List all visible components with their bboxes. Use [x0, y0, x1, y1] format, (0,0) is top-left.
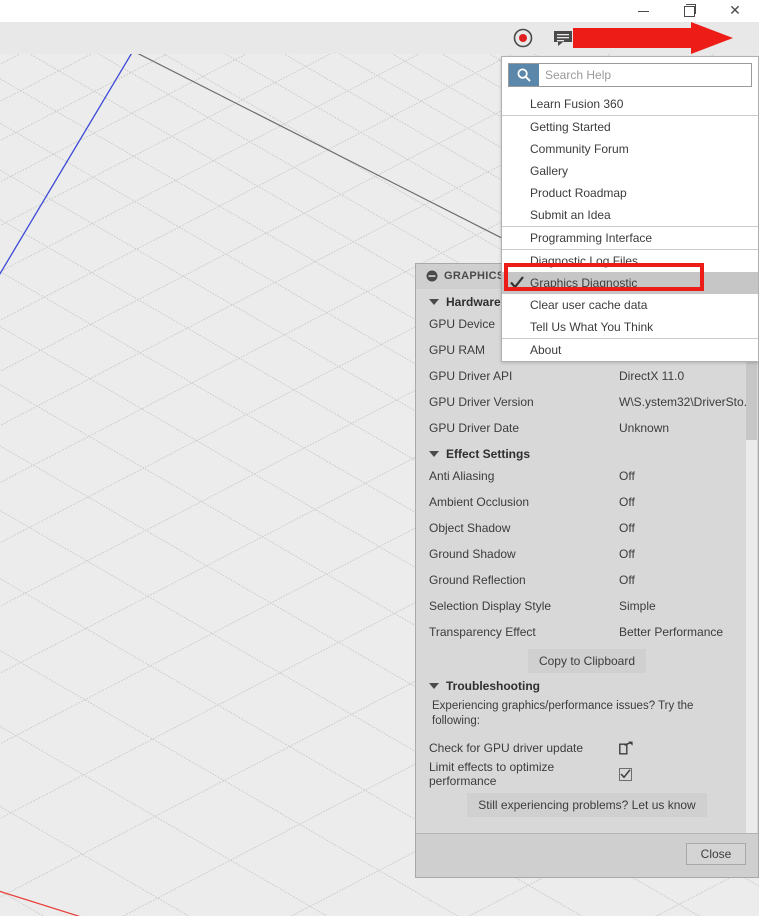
- row-value: Off: [619, 469, 635, 483]
- triangle-down-icon: [429, 299, 439, 305]
- record-icon[interactable]: [513, 28, 533, 48]
- row-label: Ambient Occlusion: [429, 495, 530, 509]
- row-label: Selection Display Style: [429, 599, 552, 613]
- triangle-down-icon: [429, 683, 439, 689]
- row-label: Ground Shadow: [429, 547, 516, 561]
- table-row: Object Shadow Off: [416, 515, 758, 541]
- row-label: GPU Driver API: [429, 369, 513, 383]
- pin-icon[interactable]: [426, 270, 438, 282]
- help-dropdown-menu: Learn Fusion 360 Getting Started Community…: [501, 56, 759, 362]
- comment-icon[interactable]: [553, 30, 575, 47]
- help-menu-item[interactable]: Gallery: [502, 160, 758, 182]
- table-row: GPU Driver Date Unknown: [416, 415, 758, 441]
- limit-effects-checkbox[interactable]: [619, 767, 632, 781]
- help-menu-item-label: Programming Interface: [530, 231, 653, 245]
- section-title-effects: Effect Settings: [446, 447, 531, 461]
- maximize-restore-button[interactable]: [666, 0, 712, 22]
- help-menu-item[interactable]: Tell Us What You Think: [502, 316, 758, 338]
- table-row: Ground Shadow Off: [416, 541, 758, 567]
- check-icon: [510, 276, 524, 292]
- help-menu-item-label: Diagnostic Log Files: [530, 254, 639, 268]
- minimize-button[interactable]: [620, 0, 666, 22]
- help-menu-item-label: Submit an Idea: [530, 208, 611, 222]
- search-input[interactable]: [539, 64, 751, 86]
- help-menu-item-label: About: [530, 343, 562, 357]
- table-row: GPU Driver API DirectX 11.0: [416, 363, 758, 389]
- troubleshooting-note: Experiencing graphics/performance issues…: [432, 700, 694, 727]
- triangle-down-icon: [429, 451, 439, 457]
- search-icon: [509, 64, 539, 86]
- row-value: Unknown: [619, 421, 670, 435]
- copy-to-clipboard-button[interactable]: Copy to Clipboard: [527, 649, 647, 673]
- window-titlebar: ✕: [0, 0, 759, 22]
- limit-effects-row[interactable]: Limit effects to optimize performance: [416, 760, 758, 788]
- row-label: Anti Aliasing: [429, 469, 495, 483]
- help-menu-items: Learn Fusion 360 Getting Started Community…: [502, 93, 758, 361]
- row-label: Transparency Effect: [429, 625, 536, 639]
- help-menu-item[interactable]: Diagnostic Log Files: [502, 249, 758, 272]
- panel-body: Hardware I GPU Device GPU RAM GPU Driver…: [416, 289, 758, 834]
- row-value: DirectX 11.0: [619, 369, 685, 383]
- help-menu-item-label: Community Forum: [530, 142, 629, 156]
- table-row: Selection Display Style Simple: [416, 593, 758, 619]
- row-label: Object Shadow: [429, 521, 511, 535]
- help-menu-item[interactable]: Getting Started: [502, 115, 758, 138]
- close-window-button[interactable]: ✕: [712, 0, 758, 22]
- table-row: Ambient Occlusion Off: [416, 489, 758, 515]
- close-icon: ✕: [729, 3, 741, 19]
- help-menu-item-label: Clear user cache data: [530, 298, 648, 312]
- minimize-icon: [637, 10, 649, 12]
- row-value: W\S.ystem32\DriverSto...: [619, 395, 754, 409]
- help-menu-item[interactable]: Learn Fusion 360: [502, 93, 758, 115]
- help-menu-item[interactable]: Graphics Diagnostic: [502, 272, 758, 294]
- row-value: Off: [619, 547, 635, 561]
- table-row: GPU Driver Version W\S.ystem32\DriverSto…: [416, 389, 758, 415]
- driver-update-row[interactable]: Check for GPU driver update: [416, 735, 758, 761]
- table-row: Anti Aliasing Off: [416, 463, 758, 489]
- search-help-box[interactable]: [508, 63, 752, 87]
- close-button[interactable]: Close: [686, 843, 746, 865]
- section-title-troubleshooting: Troubleshooting: [446, 679, 540, 693]
- section-header-effects[interactable]: Effect Settings: [416, 441, 758, 463]
- section-header-troubleshooting[interactable]: Troubleshooting: [416, 673, 758, 695]
- help-menu-item[interactable]: Community Forum: [502, 138, 758, 160]
- help-menu-item-label: Graphics Diagnostic: [530, 276, 638, 290]
- help-menu-item-label: Gallery: [530, 164, 569, 178]
- row-label: GPU Driver Date: [429, 421, 520, 435]
- let-us-know-button[interactable]: Still experiencing problems? Let us know: [467, 793, 707, 817]
- restore-icon: [683, 3, 696, 17]
- row-value: Off: [619, 495, 635, 509]
- row-value: Off: [619, 573, 635, 587]
- row-label: GPU Driver Version: [429, 395, 534, 409]
- help-menu-item[interactable]: About: [502, 338, 758, 361]
- table-row: Transparency Effect Better Performance: [416, 619, 758, 645]
- help-menu-item[interactable]: Submit an Idea: [502, 204, 758, 226]
- table-row: Ground Reflection Off: [416, 567, 758, 593]
- section-title-hardware: Hardware I: [446, 295, 508, 309]
- help-menu-item-label: Product Roadmap: [530, 186, 627, 200]
- panel-footer: Close: [416, 833, 758, 877]
- driver-update-label: Check for GPU driver update: [429, 741, 584, 755]
- external-link-icon[interactable]: [619, 741, 634, 755]
- help-menu-item-label: Getting Started: [530, 120, 611, 134]
- help-menu-item[interactable]: Programming Interface: [502, 226, 758, 249]
- limit-effects-label: Limit effects to optimize performance: [429, 760, 555, 788]
- help-menu-item[interactable]: Clear user cache data: [502, 294, 758, 316]
- row-label: Ground Reflection: [429, 573, 526, 587]
- app-toolbar: Дм: [0, 22, 759, 55]
- panel-scrollbar[interactable]: [746, 290, 757, 833]
- row-value: Simple: [619, 599, 656, 613]
- row-value: Off: [619, 521, 635, 535]
- user-name-label[interactable]: Дм: [597, 30, 613, 44]
- row-value: Better Performance: [619, 625, 724, 639]
- help-menu-item[interactable]: Product Roadmap: [502, 182, 758, 204]
- help-menu-item-label: Learn Fusion 360: [530, 97, 624, 111]
- help-menu-item-label: Tell Us What You Think: [530, 320, 654, 334]
